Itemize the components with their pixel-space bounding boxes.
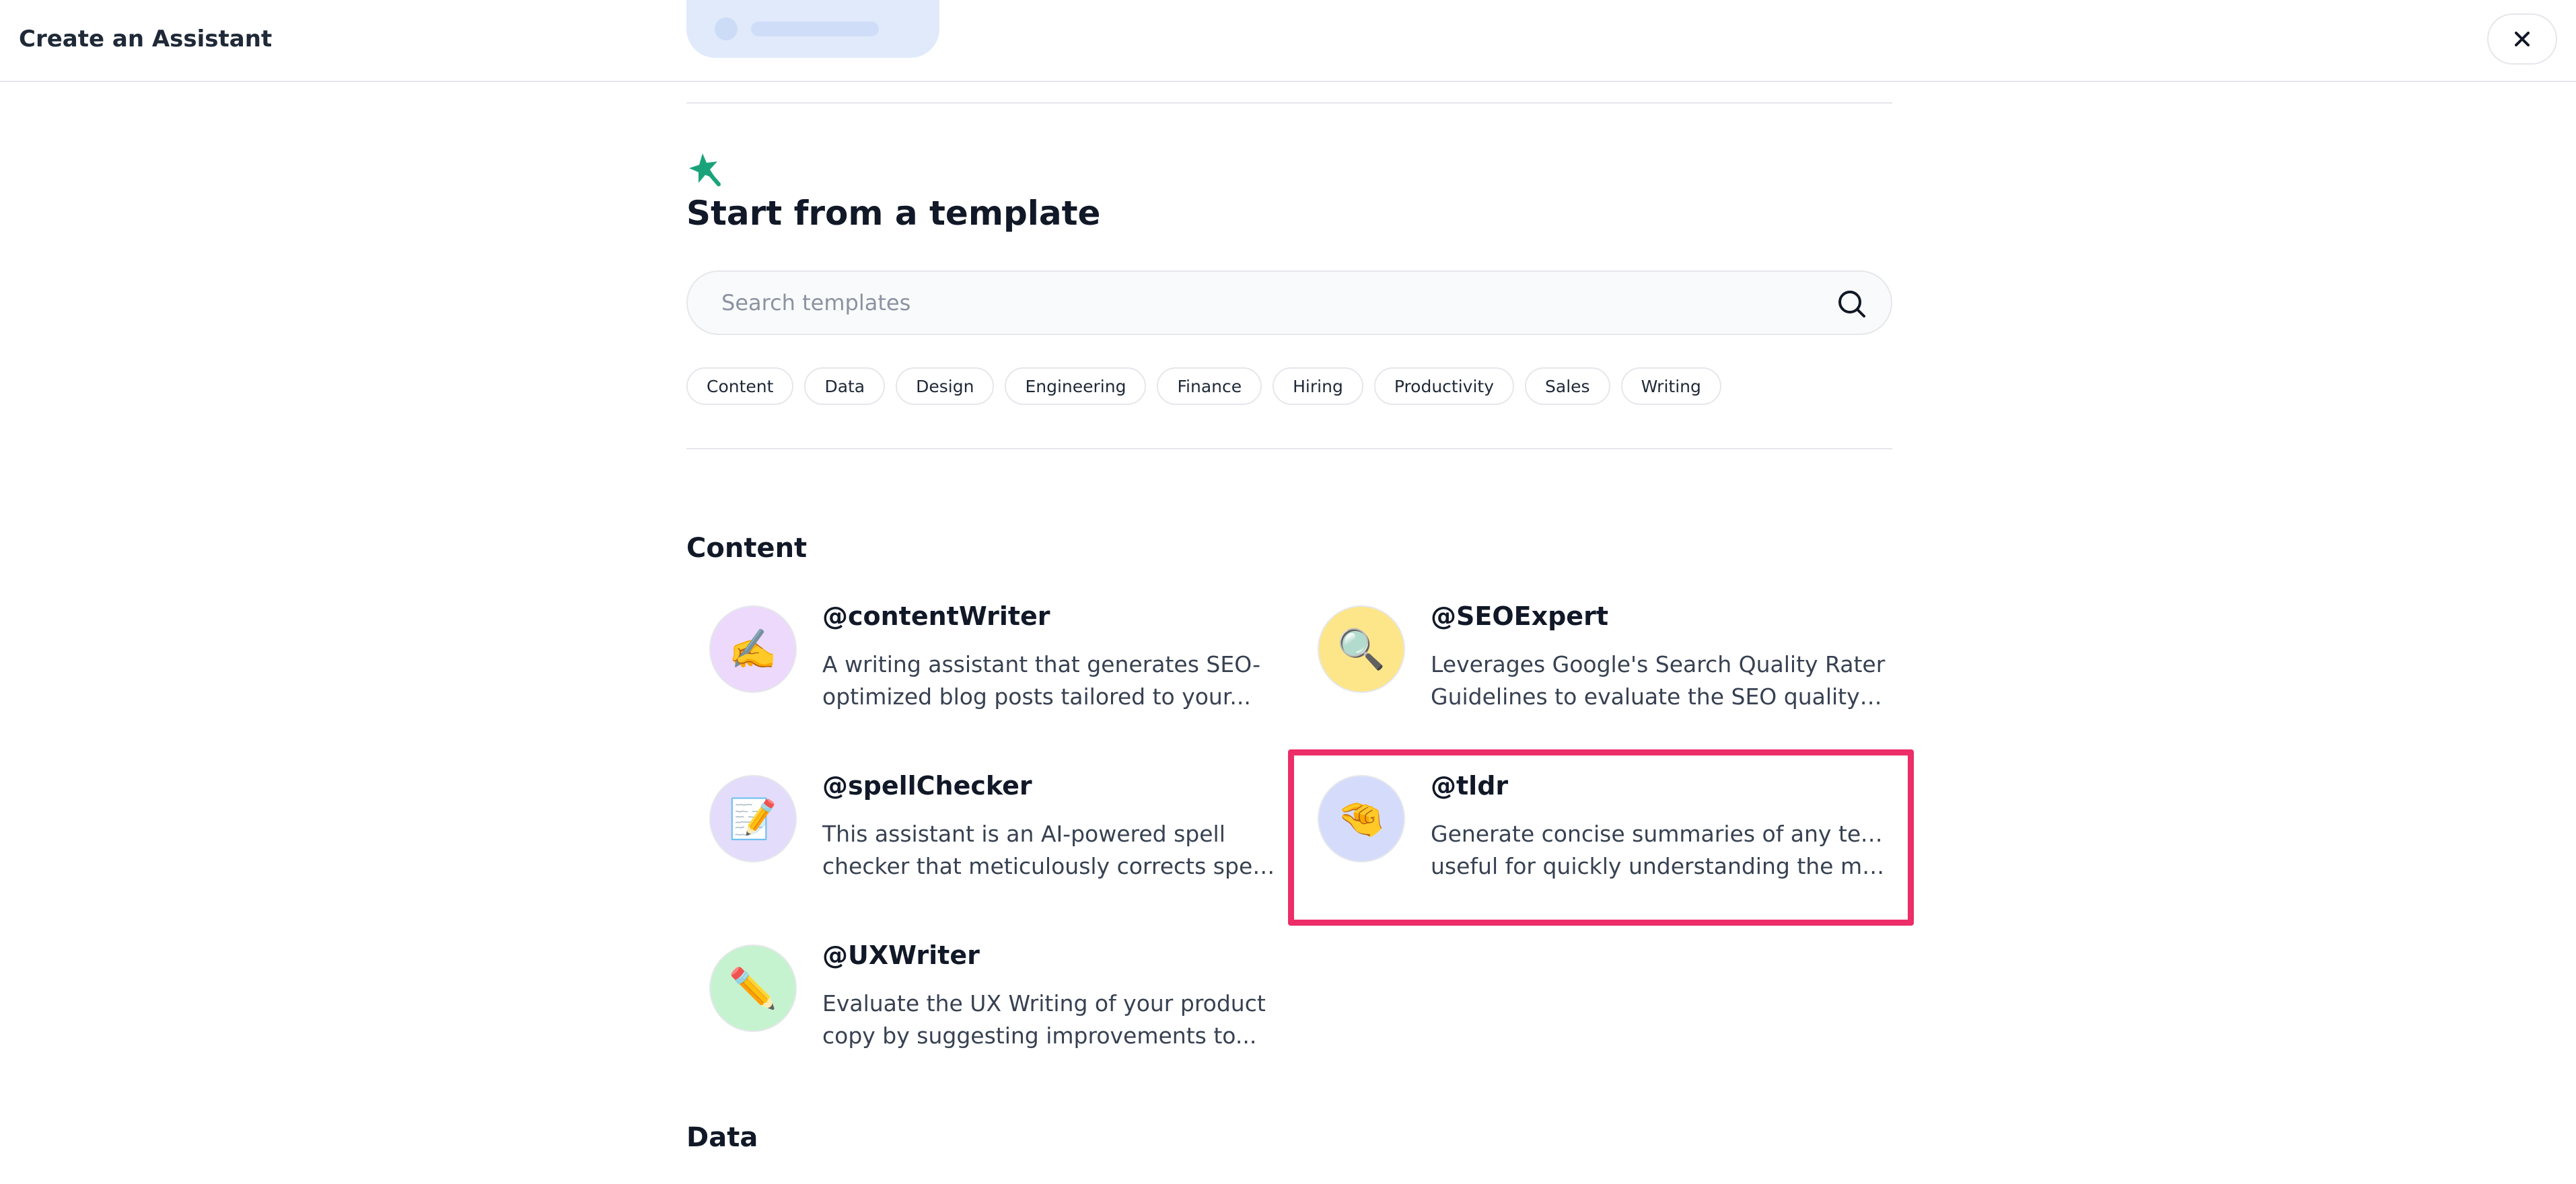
tag-data[interactable]: Data: [804, 367, 886, 405]
close-button[interactable]: [2487, 13, 2557, 65]
assistant-name: @tldr: [1431, 771, 1509, 801]
template-search[interactable]: [686, 270, 1892, 335]
assistant-description-line: copy by suggesting improvements to...: [822, 1023, 1257, 1049]
memo-icon: 📝: [709, 775, 797, 862]
close-icon: [2515, 32, 2530, 46]
faded-button-icon: [715, 17, 738, 40]
section-divider: [686, 448, 1892, 449]
assistant-card-uxwriter[interactable]: ✏️ @UXWriter Evaluate the UX Writing of …: [688, 923, 1280, 1078]
template-search-input[interactable]: [720, 272, 1797, 334]
assistant-description: A writing assistant that generates SEO- …: [822, 649, 1280, 713]
assistant-description-line: useful for quickly understanding the mai…: [1431, 853, 1888, 879]
faded-button-label: [751, 22, 879, 36]
tag-writing[interactable]: Writing: [1620, 367, 1721, 405]
tag-design[interactable]: Design: [896, 367, 995, 405]
modal-title: Create an Assistant: [19, 26, 273, 52]
category-title-content: Content: [686, 533, 808, 564]
assistant-description-line: Evaluate the UX Writing of your product: [822, 990, 1266, 1016]
assistant-description-line: Guidelines to evaluate the SEO quality o…: [1431, 683, 1888, 710]
assistant-card-seoexpert[interactable]: 🔍 @SEOExpert Leverages Google's Search Q…: [1296, 584, 1888, 739]
assistant-name: @contentWriter: [822, 601, 1050, 631]
tag-productivity[interactable]: Productivity: [1373, 367, 1515, 405]
pencil-icon: ✏️: [709, 945, 797, 1032]
assistant-description: Evaluate the UX Writing of your product …: [822, 988, 1280, 1052]
assistant-description: This assistant is an AI-powered spell ch…: [822, 818, 1280, 883]
assistant-name: @UXWriter: [822, 940, 980, 970]
assistant-card-contentwriter[interactable]: ✍️ @contentWriter A writing assistant th…: [688, 584, 1280, 739]
faded-create-button[interactable]: [686, 0, 939, 58]
assistant-description: Leverages Google's Search Quality Rater …: [1431, 649, 1888, 713]
assistant-description-line: A writing assistant that generates SEO-: [822, 651, 1261, 677]
sparkle-star-icon: [689, 153, 721, 186]
search-icon[interactable]: [1836, 288, 1868, 320]
assistant-card-spellchecker[interactable]: 📝 @spellChecker This assistant is an AI-…: [688, 753, 1280, 908]
assistant-name: @spellChecker: [822, 771, 1032, 801]
tag-hiring[interactable]: Hiring: [1273, 367, 1363, 405]
assistant-description-line: checker that meticulously corrects spell…: [822, 853, 1280, 879]
category-filter-tags: Content Data Design Engineering Finance …: [686, 367, 1721, 405]
category-title-data: Data: [686, 1122, 758, 1153]
assistant-description-line: Generate concise summaries of any text. …: [1431, 821, 1888, 847]
template-section-heading: Start from a template: [686, 194, 1101, 233]
tag-engineering[interactable]: Engineering: [1005, 367, 1147, 405]
assistant-description-line: Leverages Google's Search Quality Rater: [1431, 651, 1886, 677]
modal-header: Create an Assistant: [0, 0, 2576, 82]
tag-finance[interactable]: Finance: [1157, 367, 1262, 405]
pinching-hand-icon: 🤏: [1318, 775, 1405, 862]
assistant-description: Generate concise summaries of any text. …: [1431, 818, 1888, 883]
tag-sales[interactable]: Sales: [1525, 367, 1610, 405]
assistant-description-line: optimized blog posts tailored to your...: [822, 683, 1251, 710]
assistant-name: @SEOExpert: [1431, 601, 1608, 631]
writing-hand-icon: ✍️: [709, 605, 797, 693]
top-divider: [686, 102, 1892, 104]
magnifying-glass-icon: 🔍: [1318, 605, 1405, 693]
assistant-description-line: This assistant is an AI-powered spell: [822, 821, 1225, 847]
tag-content[interactable]: Content: [686, 367, 794, 405]
assistant-card-tldr[interactable]: 🤏 @tldr Generate concise summaries of an…: [1296, 753, 1888, 908]
